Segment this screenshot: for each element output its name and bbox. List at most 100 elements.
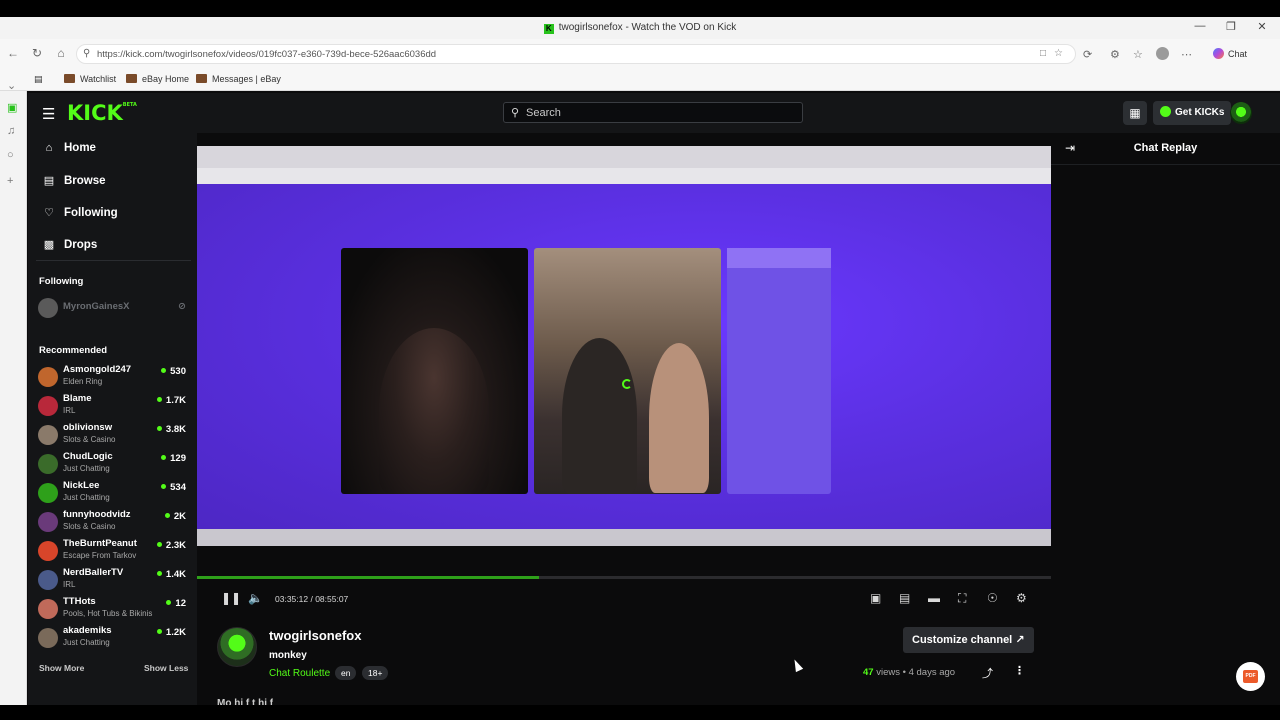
sidebar-divider (36, 260, 191, 261)
avatar (38, 396, 58, 416)
kick-header: ☰ KICKBETA ⚲ ▦ Get KICKs (28, 93, 1280, 133)
recommended-channel[interactable]: TTHots Pools, Hot Tubs & Bikinis 12 (38, 596, 188, 623)
share-icon[interactable]: ⤴ (982, 665, 993, 681)
refresh-icon[interactable]: ↻ (29, 46, 45, 60)
search-box[interactable]: ⚲ (503, 102, 803, 123)
theater-mode-icon[interactable]: ▬ (928, 591, 940, 605)
nav-following[interactable]: ♡ Following (42, 206, 118, 219)
user-avatar[interactable] (1230, 102, 1252, 124)
chat-replay-title: Chat Replay (1133, 142, 1198, 154)
nav-browse[interactable]: ▤ Browse (42, 174, 106, 187)
url-field[interactable]: ⚲ https://kick.com/twogirlsonefox/videos… (76, 44, 1076, 64)
chat-replay-panel: ⇥ Chat Replay (1051, 133, 1280, 705)
recommended-channel[interactable]: funnyhoodvidz Slots & Casino 2K (38, 509, 188, 536)
kick-logo[interactable]: KICKBETA (67, 101, 137, 125)
speed-icon[interactable]: ☉ (987, 591, 998, 605)
get-kicks-button[interactable]: Get KICKs (1153, 101, 1232, 125)
settings-menu-icon[interactable]: ⋯ (1181, 48, 1192, 61)
tab-actions-icon[interactable]: ⌄ (7, 79, 16, 92)
pip-icon[interactable]: ▣ (870, 591, 881, 605)
window-title: Ktwogirlsonefox - Watch the VOD on Kick (0, 22, 1280, 34)
url-text[interactable]: https://kick.com/twogirlsonefox/videos/0… (97, 49, 436, 60)
recommended-channel[interactable]: NickLee Just Chatting 534 (38, 480, 188, 507)
video-frame-taskbar (197, 529, 1051, 546)
kicks-coin-icon (1160, 106, 1171, 117)
live-dot-icon (156, 629, 162, 634)
settings-icon[interactable]: ⚙ (1016, 591, 1027, 605)
volume-icon[interactable]: 🔈 (248, 591, 263, 605)
recommended-channel[interactable]: NerdBallerTV IRL 1.4K (38, 567, 188, 594)
pdf-extension-button[interactable]: PDF (1236, 662, 1265, 691)
drops-icon: ▩ (43, 239, 55, 251)
recommended-channel[interactable]: oblivionsw Slots & Casino 3.8K (38, 422, 188, 449)
clip-icon[interactable]: ▤ (899, 591, 910, 605)
close-icon[interactable]: ✕ (1248, 20, 1276, 33)
video-player[interactable] (197, 146, 1051, 546)
category-link[interactable]: Chat Roulette (269, 668, 330, 679)
nav-drops[interactable]: ▩ Drops (42, 238, 97, 251)
folder-icon (126, 74, 137, 83)
bookmark-ebay-home[interactable]: eBay Home (126, 74, 189, 84)
browser-sidebar: ⌄ ▣ ♫ ○ + (0, 80, 27, 720)
seek-bar[interactable] (197, 576, 1051, 579)
player-controls: ❚❚ 🔈 03:35:12 / 08:55:07 ▣ ▤ ▬ ⛶ ☉ ⚙ (197, 585, 1051, 611)
show-more-button[interactable]: Show More (39, 663, 84, 673)
avatar (38, 483, 58, 503)
recommended-channel[interactable]: akademiks Just Chatting 1.2K (38, 625, 188, 652)
left-sidebar: ⌂ Home ▤ Browse ♡ Following ▩ Drops Followin… (28, 133, 197, 705)
kick-tab-icon[interactable]: ▣ (7, 101, 17, 114)
bookmark-ebay-messages[interactable]: Messages | eBay (196, 74, 281, 84)
show-less-button[interactable]: Show Less (144, 663, 188, 673)
back-icon[interactable]: ← (5, 46, 21, 60)
recommended-heading: Recommended (39, 345, 108, 356)
home-browser-icon[interactable]: ⌂ (53, 46, 69, 60)
avatar (38, 512, 58, 532)
favorites-icon[interactable]: ☆ (1133, 48, 1143, 61)
video-tile-left (341, 248, 528, 494)
menu-icon[interactable]: ☰ (42, 105, 55, 123)
browse-icon: ▤ (43, 175, 55, 187)
new-tab-icon[interactable]: + (7, 175, 13, 187)
kick-favicon-icon: K (543, 24, 554, 34)
views-meta: 47 views • 4 days ago (863, 667, 956, 678)
channel-avatar[interactable] (217, 627, 257, 667)
bookmark-watchlist[interactable]: Watchlist (64, 74, 116, 84)
recommended-channel[interactable]: TheBurntPeanut Escape From Tarkov 2.3K (38, 538, 188, 565)
fullscreen-icon[interactable]: ⛶ (958, 591, 966, 606)
audio-icon[interactable]: ♫ (7, 125, 15, 137)
copilot-icon (1213, 48, 1224, 59)
dashboard-button[interactable]: ▦ (1123, 101, 1147, 125)
channel-name[interactable]: twogirlsonefox (269, 628, 361, 643)
time-display: 03:35:12 / 08:55:07 (275, 594, 349, 604)
tag-language[interactable]: en (335, 666, 357, 680)
video-title: monkey (269, 650, 307, 661)
video-tile-center (534, 248, 721, 494)
avatar (38, 367, 58, 387)
bookmarks-menu-icon[interactable]: ▤ (34, 74, 43, 85)
pdf-icon: PDF (1243, 670, 1258, 683)
browser-titlebar: Ktwogirlsonefox - Watch the VOD on Kick … (0, 17, 1280, 39)
screen-top-border (0, 0, 1280, 17)
extensions-icon[interactable]: ⟳ (1083, 48, 1092, 61)
search-input[interactable] (526, 105, 786, 121)
recommended-channel[interactable]: Blame IRL 1.7K (38, 393, 188, 420)
copilot-chat-button[interactable]: Chat (1207, 45, 1253, 63)
nav-home[interactable]: ⌂ Home (42, 142, 96, 154)
following-channel-myrongainesx[interactable]: MyronGainesX ⊘ (38, 295, 188, 322)
seek-bar-fill (197, 576, 539, 579)
restore-icon[interactable]: ❐ (1217, 20, 1245, 33)
live-dot-icon (166, 600, 172, 605)
url-actions-icon[interactable]: □☆ (1040, 48, 1071, 59)
avatar (38, 599, 58, 619)
more-options-icon[interactable]: ⋮ (1014, 664, 1025, 677)
pause-icon[interactable]: ❚❚ (221, 591, 241, 605)
performance-icon[interactable]: ⚙ (1110, 48, 1120, 61)
tag-mature[interactable]: 18+ (362, 666, 389, 680)
minimize-icon[interactable]: — (1186, 20, 1214, 32)
recommended-channel[interactable]: Asmongold247 Elden Ring 530 (38, 364, 188, 391)
bookmarks-bar: ▤ Watchlist eBay Home Messages | eBay (0, 69, 1280, 91)
recommended-channel[interactable]: ChudLogic Just Chatting 129 (38, 451, 188, 478)
profile-icon[interactable] (1156, 47, 1169, 60)
circle-tab-icon[interactable]: ○ (7, 149, 14, 161)
customize-channel-button[interactable]: Customize channel ↗ (903, 627, 1034, 653)
